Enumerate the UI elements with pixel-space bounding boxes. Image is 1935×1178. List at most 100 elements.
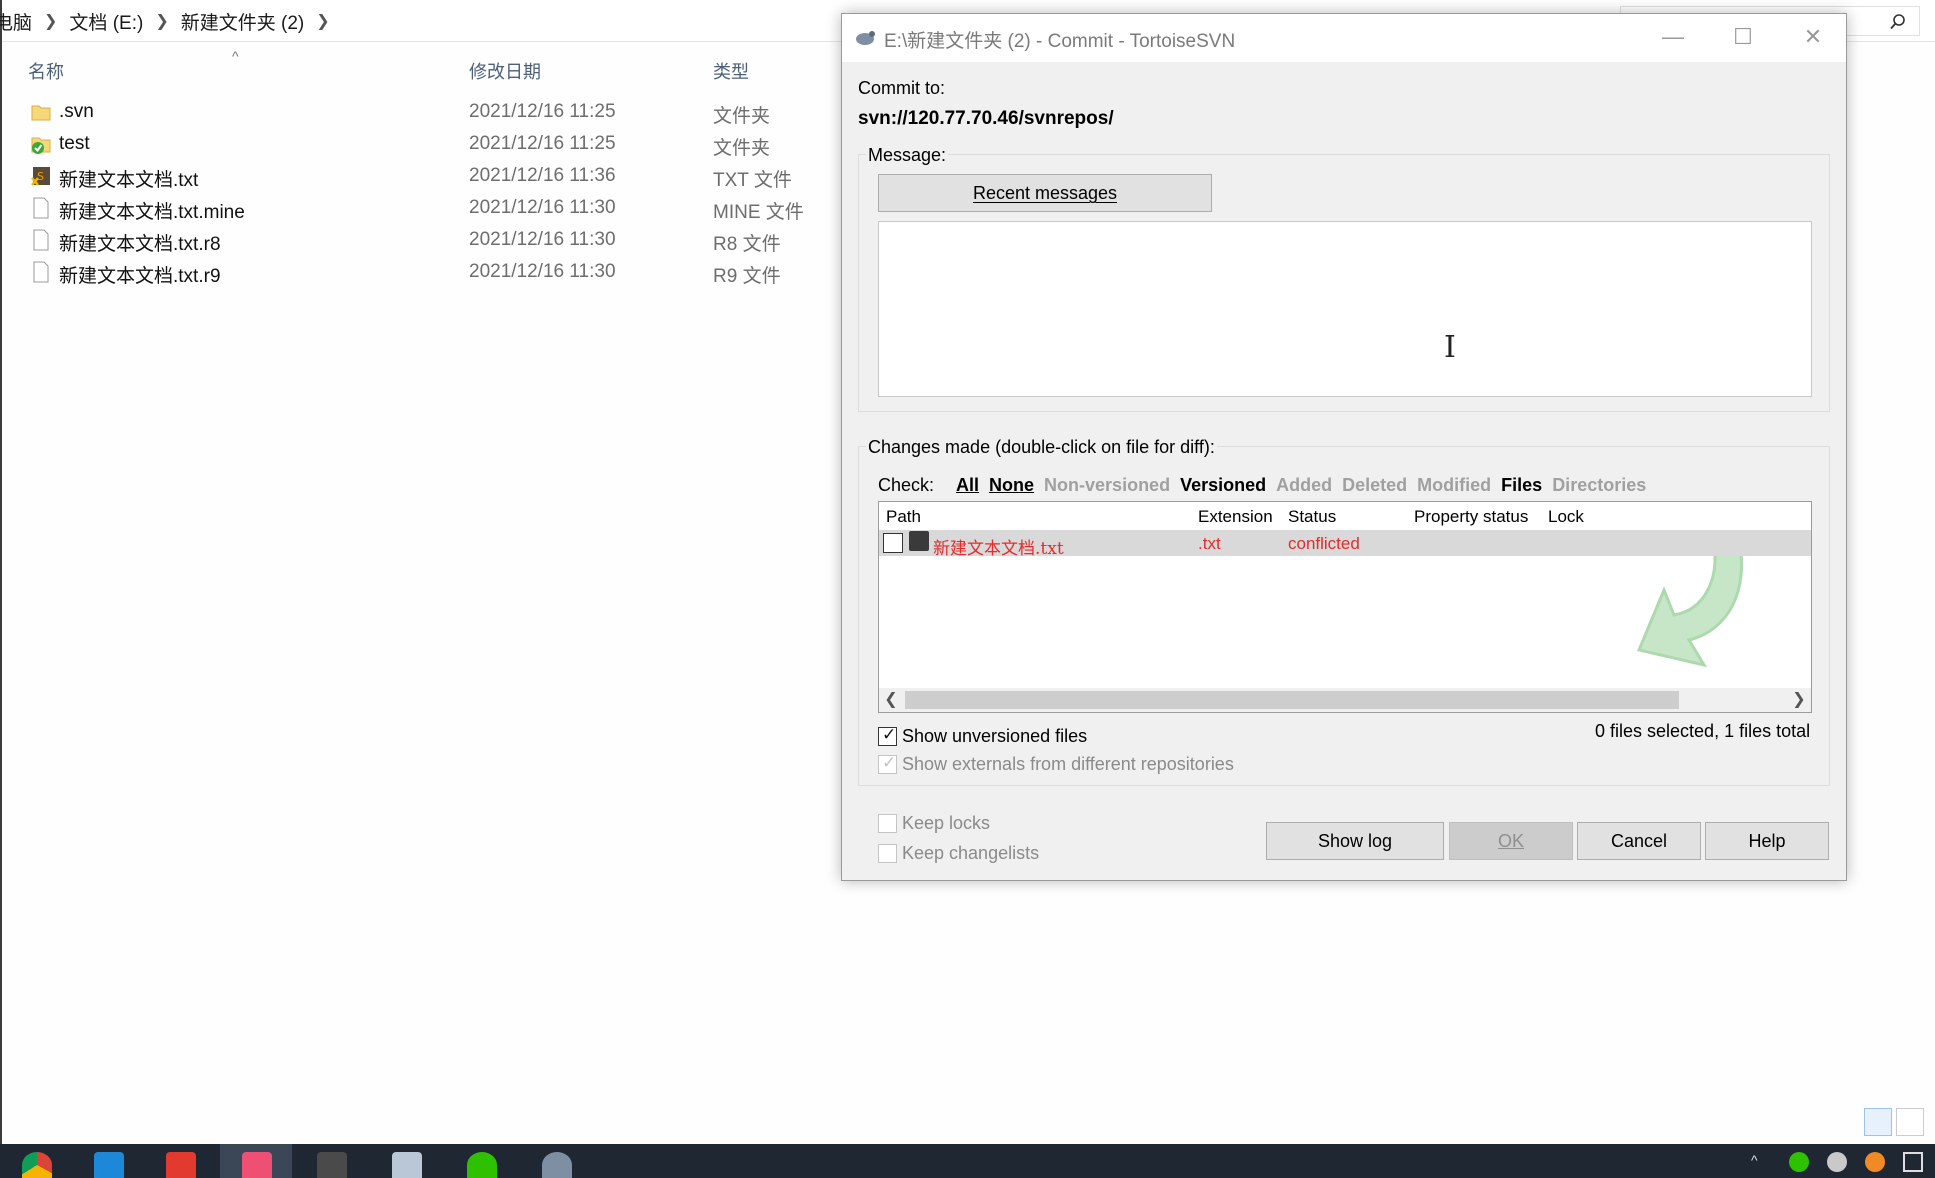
folder-icon bbox=[31, 105, 51, 121]
commit-to-label: Commit to: bbox=[858, 78, 946, 98]
horizontal-scrollbar[interactable]: ❮ ❯ bbox=[879, 688, 1811, 712]
taskbar-app-wechat[interactable] bbox=[445, 1144, 517, 1178]
message-label: Message: bbox=[866, 145, 949, 166]
tortoisesvn-icon bbox=[542, 1152, 572, 1178]
table-row[interactable]: 新建文本文档.txt .txt conflicted bbox=[879, 530, 1811, 559]
check-filter-modified[interactable]: Modified bbox=[1417, 475, 1491, 496]
column-header-date[interactable]: 修改日期 bbox=[469, 58, 541, 84]
maximize-icon[interactable]: ☐ bbox=[1708, 14, 1778, 60]
taskbar-app-sublime[interactable] bbox=[295, 1144, 367, 1178]
taskbar-app-recorder[interactable] bbox=[220, 1144, 292, 1178]
file-list-item[interactable]: 新建文本文档.txt.mine 2021/12/16 11:30 MINE 文件 bbox=[26, 193, 846, 225]
help-button[interactable]: Help bbox=[1705, 822, 1829, 860]
file-list-item[interactable]: test 2021/12/16 11:25 文件夹 bbox=[26, 129, 846, 161]
taskbar-app-tortoisesvn[interactable] bbox=[520, 1144, 592, 1178]
file-list-item[interactable]: 新建文本文档.txt.r9 2021/12/16 11:30 R9 文件 bbox=[26, 257, 846, 289]
check-filter-added[interactable]: Added bbox=[1276, 475, 1332, 496]
repo-url: svn://120.77.70.46/svnrepos/ bbox=[858, 108, 1114, 129]
file-name: test bbox=[59, 133, 90, 154]
commit-message-input[interactable]: I bbox=[878, 221, 1812, 397]
large-icons-view-icon[interactable] bbox=[1896, 1108, 1924, 1136]
taskbar-app-chrome[interactable] bbox=[0, 1144, 72, 1178]
file-list-item[interactable]: 新建文本文档.txt.r8 2021/12/16 11:30 R8 文件 bbox=[26, 225, 846, 257]
column-header-name[interactable]: 名称 bbox=[28, 58, 64, 84]
taskbar: ^ bbox=[0, 1144, 1935, 1178]
column-header-property-status[interactable]: Property status bbox=[1414, 507, 1528, 527]
show-log-button[interactable]: Show log bbox=[1266, 822, 1444, 860]
column-header-lock[interactable]: Lock bbox=[1548, 507, 1584, 527]
taskbar-app-vscode[interactable] bbox=[72, 1144, 144, 1178]
dialog-titlebar[interactable]: E:\新建文件夹 (2) - Commit - TortoiseSVN — ☐ … bbox=[842, 14, 1846, 62]
column-header-status[interactable]: Status bbox=[1288, 507, 1336, 527]
cancel-button[interactable]: Cancel bbox=[1577, 822, 1701, 860]
row-checkbox[interactable] bbox=[883, 533, 903, 553]
scroll-left-icon[interactable]: ❮ bbox=[879, 688, 903, 712]
breadcrumb-item-folder[interactable]: 新建文件夹 (2) bbox=[175, 8, 311, 35]
row-extension: .txt bbox=[1198, 534, 1221, 553]
check-filter-all[interactable]: All bbox=[956, 475, 979, 496]
taskbar-app-wps[interactable] bbox=[144, 1144, 216, 1178]
chevron-up-icon[interactable]: ^ bbox=[1751, 1152, 1771, 1172]
vscode-icon bbox=[94, 1152, 124, 1178]
svn-conflict-file-icon: S bbox=[31, 167, 50, 186]
file-icon bbox=[33, 261, 49, 283]
breadcrumb: 电脑 ❯ 文档 (E:) ❯ 新建文件夹 (2) ❯ bbox=[0, 8, 336, 35]
column-header-extension[interactable]: Extension bbox=[1198, 507, 1273, 527]
check-filter-none[interactable]: None bbox=[989, 475, 1034, 496]
show-log-button-label: Show log bbox=[1317, 831, 1393, 851]
show-unversioned-checkbox[interactable]: ✓ bbox=[878, 725, 897, 746]
taskbar-app-task-manager[interactable] bbox=[370, 1144, 442, 1178]
network-icon[interactable] bbox=[1903, 1152, 1923, 1172]
tortoisesvn-icon bbox=[856, 31, 875, 45]
column-header-type[interactable]: 类型 bbox=[713, 58, 749, 84]
changes-list-header: Path Extension Status Property status Lo… bbox=[879, 502, 1811, 530]
check-filter-versioned[interactable]: Versioned bbox=[1180, 475, 1266, 496]
details-view-icon[interactable] bbox=[1864, 1108, 1892, 1136]
tray-app-icon[interactable] bbox=[1865, 1152, 1885, 1172]
ok-button[interactable]: OK bbox=[1449, 822, 1573, 860]
scrollbar-thumb[interactable] bbox=[905, 691, 1679, 709]
chevron-right-icon[interactable]: ❯ bbox=[149, 11, 174, 31]
task-manager-icon bbox=[392, 1152, 422, 1178]
file-date: 2021/12/16 11:36 bbox=[469, 165, 616, 186]
file-date: 2021/12/16 11:30 bbox=[469, 229, 616, 250]
file-type: 文件夹 bbox=[713, 138, 771, 159]
file-list-item[interactable]: .svn 2021/12/16 11:25 文件夹 bbox=[26, 97, 846, 129]
check-filter-deleted[interactable]: Deleted bbox=[1342, 475, 1407, 496]
cloud-icon[interactable] bbox=[1827, 1152, 1847, 1172]
sublime-text-icon bbox=[317, 1152, 347, 1178]
keep-changelists-checkbox[interactable] bbox=[878, 844, 897, 863]
file-date: 2021/12/16 11:25 bbox=[469, 133, 616, 154]
file-type: 文件夹 bbox=[713, 106, 771, 127]
commit-dialog: E:\新建文件夹 (2) - Commit - TortoiseSVN — ☐ … bbox=[841, 13, 1847, 881]
file-type: R8 文件 bbox=[713, 234, 781, 255]
close-icon[interactable]: ✕ bbox=[1778, 14, 1848, 60]
column-header-path[interactable]: Path bbox=[886, 507, 921, 527]
svg-text:S: S bbox=[37, 170, 44, 183]
recent-messages-button[interactable]: Recent messages bbox=[878, 174, 1212, 212]
checkmark-icon: ✓ bbox=[882, 753, 897, 772]
check-filter-directories[interactable]: Directories bbox=[1552, 475, 1646, 496]
minimize-icon[interactable]: — bbox=[1638, 14, 1708, 60]
help-button-label: Help bbox=[1748, 831, 1786, 851]
file-name: 新建文本文档.txt.mine bbox=[59, 202, 245, 223]
selection-summary: 0 files selected, 1 files total bbox=[1595, 721, 1811, 741]
file-date: 2021/12/16 11:30 bbox=[469, 261, 616, 282]
file-list-item[interactable]: S 新建文本文档.txt 2021/12/16 11:36 TXT 文件 bbox=[26, 161, 846, 193]
breadcrumb-item-drive[interactable]: 文档 (E:) bbox=[63, 8, 149, 35]
search-icon[interactable] bbox=[1889, 13, 1907, 31]
wechat-tray-icon[interactable] bbox=[1789, 1152, 1809, 1172]
chevron-right-icon[interactable]: ❯ bbox=[310, 11, 335, 31]
changes-list[interactable]: Path Extension Status Property status Lo… bbox=[878, 501, 1812, 713]
check-filter-files[interactable]: Files bbox=[1501, 475, 1542, 496]
scroll-right-icon[interactable]: ❯ bbox=[1787, 688, 1811, 712]
file-icon bbox=[33, 229, 49, 251]
dialog-title: E:\新建文件夹 (2) - Commit - TortoiseSVN bbox=[884, 31, 1236, 52]
chevron-right-icon[interactable]: ❯ bbox=[38, 11, 63, 31]
check-filter-row: Check: All None Non-versioned Versioned … bbox=[878, 472, 1656, 498]
check-filter-non-versioned[interactable]: Non-versioned bbox=[1044, 475, 1170, 496]
breadcrumb-item-pc[interactable]: 电脑 bbox=[0, 8, 38, 35]
file-type: TXT 文件 bbox=[713, 170, 792, 191]
keep-locks-checkbox[interactable] bbox=[878, 814, 897, 833]
file-name: .svn bbox=[59, 101, 94, 122]
